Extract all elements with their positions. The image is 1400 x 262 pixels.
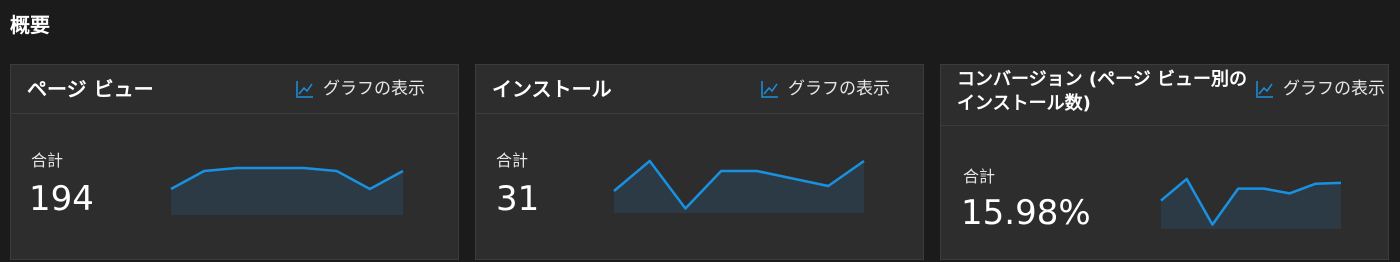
card-header: ページ ビュー グラフの表示 [11, 65, 458, 114]
card-header: コンバージョン (ページ ビュー別のインストール数) グラフの表示 [941, 65, 1388, 126]
line-chart-icon [1255, 79, 1275, 99]
show-chart-label: グラフの表示 [788, 79, 890, 99]
total-label: 合計 [31, 151, 64, 170]
card-title: コンバージョン (ページ ビュー別のインストール数) [957, 69, 1248, 114]
installs-card: インストール グラフの表示 合計 31 [475, 64, 924, 260]
section-title: 概要 [10, 13, 50, 37]
show-chart-link[interactable]: グラフの表示 [760, 77, 890, 101]
show-chart-label: グラフの表示 [323, 79, 425, 99]
card-title: ページ ビュー [27, 77, 154, 101]
sparkline-area [614, 161, 864, 213]
total-value: 15.98% [961, 193, 1091, 233]
page-views-card: ページ ビュー グラフの表示 合計 194 [10, 64, 459, 260]
total-value: 194 [29, 179, 94, 219]
sparkline-chart [170, 166, 404, 215]
sparkline-area [171, 168, 403, 215]
card-title: インストール [492, 77, 612, 101]
sparkline-chart [1160, 177, 1342, 229]
sparkline-area [1161, 179, 1341, 229]
total-label: 合計 [963, 167, 996, 186]
line-chart-icon [760, 79, 780, 99]
show-chart-link[interactable]: グラフの表示 [295, 77, 425, 101]
total-value: 31 [496, 179, 540, 219]
show-chart-link[interactable]: グラフの表示 [1255, 77, 1385, 101]
conversion-card: コンバージョン (ページ ビュー別のインストール数) グラフの表示 合計 15.… [940, 64, 1389, 260]
sparkline-chart [613, 159, 865, 213]
show-chart-label: グラフの表示 [1283, 79, 1385, 99]
line-chart-icon [295, 79, 315, 99]
card-header: インストール グラフの表示 [476, 65, 923, 114]
total-label: 合計 [496, 151, 529, 170]
